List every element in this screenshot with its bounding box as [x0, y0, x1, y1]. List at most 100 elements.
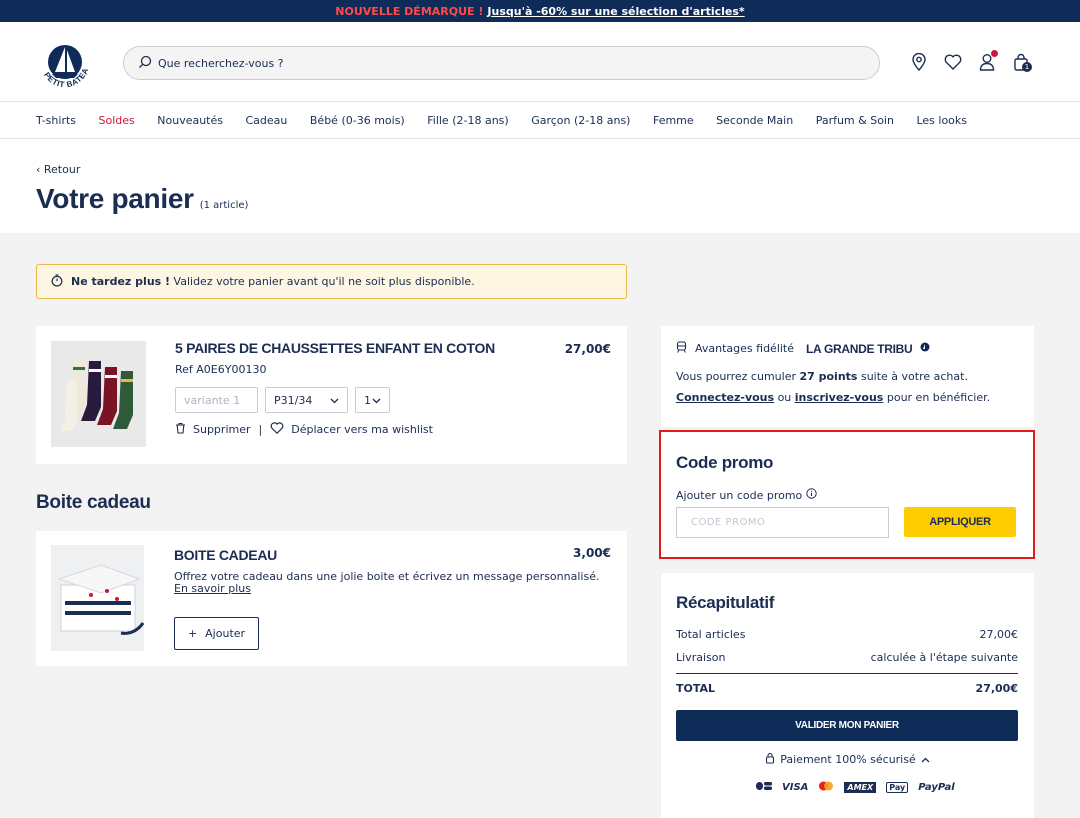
account-user-icon[interactable] — [978, 50, 998, 72]
shopping-bag-icon[interactable]: 1 — [1012, 52, 1032, 72]
nav-item-bebe[interactable]: Bébé (0-36 mois) — [310, 114, 405, 127]
summary-row-value: 27,00€ — [979, 628, 1019, 641]
learn-more-link[interactable]: En savoir plus — [174, 582, 251, 595]
mastercard-icon — [818, 781, 834, 794]
chevron-up-icon — [921, 753, 930, 766]
product-price: 27,00€ — [564, 342, 611, 356]
search-placeholder: Que recherchez-vous ? — [158, 56, 284, 70]
nav-item-nouveautes[interactable]: Nouveautés — [157, 114, 223, 127]
page-title-text: Votre panier — [36, 183, 194, 214]
nav-item-parfum-soin[interactable]: Parfum & Soin — [816, 114, 894, 127]
gift-box-card: BOITE CADEAU 3,00€ Offrez votre cadeau d… — [36, 531, 627, 666]
gift-section-title: Boite cadeau — [36, 492, 151, 513]
back-link[interactable]: ‹ Retour — [36, 163, 80, 176]
variant-input[interactable]: variante 1 — [175, 387, 258, 413]
warning-message: Validez votre panier avant qu'il ne soit… — [170, 275, 475, 288]
product-name[interactable]: 5 PAIRES DE CHAUSSETTES ENFANT EN COTON — [175, 340, 495, 356]
or-text: ou — [774, 391, 795, 404]
register-link[interactable]: inscrivez-vous — [795, 391, 884, 404]
store-locator-icon[interactable] — [910, 52, 928, 72]
wishlist-heart-icon[interactable] — [944, 52, 962, 72]
chevron-down-icon — [330, 394, 339, 407]
train-icon — [676, 341, 687, 356]
nav-item-tshirts[interactable]: T-shirts — [36, 114, 76, 127]
loyalty-points-text: Vous pourrez cumuler 27 points suite à v… — [676, 370, 968, 383]
connect-link[interactable]: Connectez-vous — [676, 391, 774, 404]
points-pre: Vous pourrez cumuler — [676, 370, 800, 383]
variant-placeholder: variante 1 — [184, 393, 241, 407]
summary-total: TOTAL 27,00€ — [676, 682, 1018, 695]
summary-title: Récapitulatif — [676, 593, 775, 612]
quantity-value: 1 — [364, 393, 371, 407]
warning-bold: Ne tardez plus ! — [71, 275, 171, 288]
secure-label: Paiement 100% sécurisé — [780, 753, 916, 766]
quantity-select[interactable]: 1 — [355, 387, 390, 413]
promo-banner: NOUVELLE DÉMARQUE ! Jusqu'à -60% sur une… — [0, 0, 1080, 22]
summary-row-shipping: Livraison calculée à l'étape suivante — [676, 651, 1018, 664]
nav-item-garcon[interactable]: Garçon (2-18 ans) — [531, 114, 630, 127]
lock-icon — [765, 752, 775, 767]
apple-pay-logo: Pay — [886, 782, 909, 793]
gift-box-image — [51, 545, 145, 651]
product-image-socks[interactable] — [51, 341, 146, 447]
connect-post: pour en bénéficier. — [883, 391, 991, 404]
add-gift-box-button[interactable]: + Ajouter — [174, 617, 259, 650]
heart-icon — [270, 422, 284, 437]
size-value: P31/34 — [274, 393, 313, 407]
validate-label: VALIDER MON PANIER — [795, 720, 899, 731]
promo-highlight-frame — [659, 430, 1035, 559]
size-select[interactable]: P31/34 — [265, 387, 348, 413]
petit-bateau-logo[interactable]: PETIT BATEAU — [31, 27, 96, 94]
chevron-down-icon — [372, 394, 381, 407]
warning-text: Ne tardez plus ! Validez votre panier av… — [71, 275, 475, 288]
header-actions: 1 — [910, 50, 1032, 72]
grande-tribu-brand: LA GRANDE TRIBU — [806, 341, 913, 356]
nav-item-cadeau[interactable]: Cadeau — [246, 114, 288, 127]
page-header: ‹ Retour Votre panier (1 article) — [0, 139, 1080, 233]
nav-item-femme[interactable]: Femme — [653, 114, 694, 127]
item-actions: Supprimer | Déplacer vers ma wishlist — [175, 422, 433, 437]
total-value: 27,00€ — [975, 682, 1018, 695]
wishlist-label: Déplacer vers ma wishlist — [291, 423, 433, 436]
delete-label: Supprimer — [193, 423, 251, 436]
order-summary-card: Récapitulatif Total articles 27,00€ Livr… — [661, 573, 1034, 818]
paypal-logo: PayPal — [918, 782, 955, 793]
plus-icon: + — [187, 627, 198, 640]
bag-count-badge: 1 — [1022, 62, 1032, 72]
notification-dot — [991, 50, 998, 57]
main-navigation: T-shirts Soldes Nouveautés Cadeau Bébé (… — [0, 102, 1080, 139]
gift-name: BOITE CADEAU — [174, 547, 277, 563]
move-to-wishlist-button[interactable]: Déplacer vers ma wishlist — [270, 422, 433, 437]
loyalty-connect-text: Connectez-vous ou inscrivez-vous pour en… — [676, 391, 990, 404]
search-bar[interactable]: Que recherchez-vous ? — [123, 46, 880, 80]
page-title: Votre panier (1 article) — [36, 183, 248, 215]
nav-item-soldes[interactable]: Soldes — [99, 114, 135, 127]
cb-card-icon — [756, 781, 772, 794]
summary-row-value: calculée à l'étape suivante — [870, 651, 1018, 664]
nav-item-fille[interactable]: Fille (2-18 ans) — [427, 114, 508, 127]
nav-item-looks[interactable]: Les looks — [916, 114, 967, 127]
timer-icon — [51, 273, 63, 290]
points-post: suite à votre achat. — [857, 370, 968, 383]
summary-row-label: Livraison — [676, 651, 726, 664]
cart-item-card: 5 PAIRES DE CHAUSSETTES ENFANT EN COTON … — [36, 326, 627, 464]
loyalty-header: Avantages fidélité LA GRANDE TRIBU — [676, 341, 930, 356]
points-value: 27 points — [799, 370, 858, 383]
search-icon — [138, 55, 152, 72]
summary-row-label: Total articles — [676, 628, 746, 641]
total-label: TOTAL — [676, 682, 716, 695]
summary-divider — [676, 673, 1018, 674]
loyalty-label: Avantages fidélité — [695, 342, 795, 355]
availability-warning: Ne tardez plus ! Validez votre panier av… — [36, 264, 627, 299]
delete-button[interactable]: Supprimer — [175, 422, 251, 437]
ship-badge-icon — [920, 342, 930, 355]
cart-item-count: (1 article) — [199, 200, 249, 211]
banner-prefix: NOUVELLE DÉMARQUE ! — [335, 4, 484, 18]
validate-cart-button[interactable]: VALIDER MON PANIER — [676, 710, 1018, 741]
nav-item-seconde-main[interactable]: Seconde Main — [716, 114, 793, 127]
gift-price: 3,00€ — [573, 546, 611, 560]
secure-payment-toggle[interactable]: Paiement 100% sécurisé — [661, 752, 1034, 767]
trash-icon — [175, 422, 186, 437]
banner-link[interactable]: Jusqu'à -60% sur une sélection d'article… — [487, 5, 744, 18]
site-header: PETIT BATEAU Que recherchez-vous ? 1 — [0, 22, 1080, 102]
